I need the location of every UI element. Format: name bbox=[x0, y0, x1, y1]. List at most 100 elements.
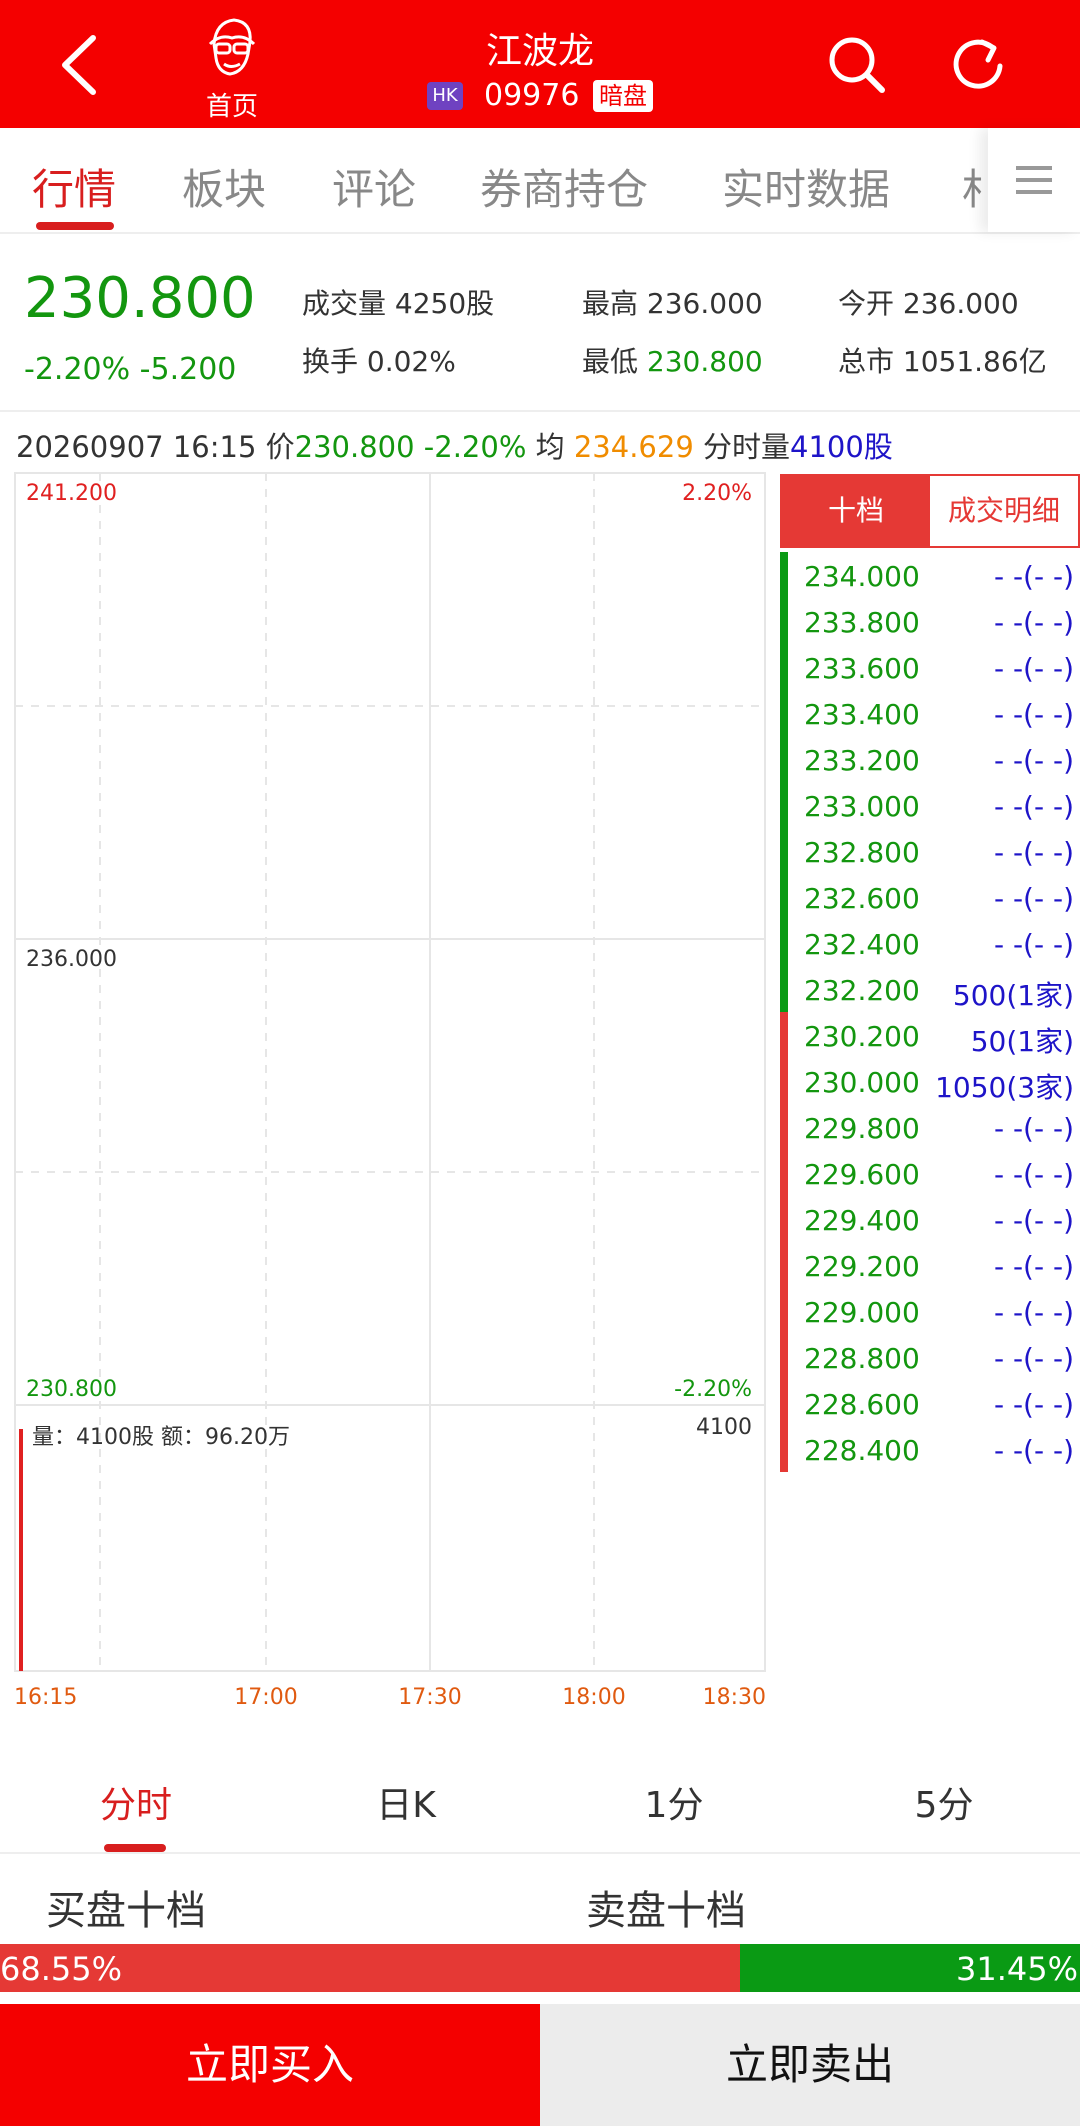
level-price: 229.600 bbox=[804, 1158, 920, 1191]
level-volume: - -(- -) bbox=[993, 1434, 1074, 1467]
ask-level-row[interactable]: 233.600 - -(- -) bbox=[780, 644, 1080, 690]
period-tab-5min[interactable]: 5分 bbox=[874, 1776, 1014, 1828]
tab-sector[interactable]: 板块 bbox=[182, 156, 266, 217]
time-label: 18:30 bbox=[703, 1685, 766, 1710]
level-side-bar bbox=[780, 736, 788, 782]
level-side-bar bbox=[780, 1426, 788, 1472]
tab-partial[interactable]: 村 bbox=[962, 156, 982, 217]
level-side-bar bbox=[780, 644, 788, 690]
level-price: 233.800 bbox=[804, 606, 920, 639]
bid-level-row[interactable]: 229.400 - -(- -) bbox=[780, 1196, 1080, 1242]
chevron-left-icon[interactable] bbox=[55, 30, 105, 100]
ask-level-row[interactable]: 232.600 - -(- -) bbox=[780, 874, 1080, 920]
intraday-chart[interactable]: 241.200 2.20% 236.000 230.800 -2.20% 量：4… bbox=[14, 472, 766, 1710]
home-label[interactable]: 首页 bbox=[200, 86, 264, 123]
last-price: 230.800 bbox=[24, 266, 256, 331]
ask-level-row[interactable]: 233.800 - -(- -) bbox=[780, 598, 1080, 644]
info-vol: 4100股 bbox=[790, 430, 893, 464]
high: 最高 236.000 bbox=[582, 282, 763, 322]
ask-level-row[interactable]: 233.200 - -(- -) bbox=[780, 736, 1080, 782]
market-cap: 总市 1051.86亿 bbox=[838, 345, 1047, 378]
bid-level-row[interactable]: 228.400 - -(- -) bbox=[780, 1426, 1080, 1472]
level-side-bar bbox=[780, 1104, 788, 1150]
level-price: 233.000 bbox=[804, 790, 920, 823]
level-volume: 50(1家) bbox=[970, 1025, 1074, 1058]
level-volume: 500(1家) bbox=[952, 979, 1074, 1012]
refresh-icon[interactable] bbox=[948, 34, 1008, 94]
bid-level-row[interactable]: 230.200 50(1家) bbox=[780, 1012, 1080, 1058]
ask-level-row[interactable]: 232.200 500(1家) bbox=[780, 966, 1080, 1012]
bid-level-row[interactable]: 229.200 - -(- -) bbox=[780, 1242, 1080, 1288]
session-badge: 暗盘 bbox=[593, 80, 653, 112]
ask-level-row[interactable]: 234.000 - -(- -) bbox=[780, 552, 1080, 598]
level-volume: - -(- -) bbox=[993, 790, 1074, 823]
period-tabs: 分时 日K 1分 5分 bbox=[0, 1750, 1080, 1854]
buy-ratio-label: 68.55% bbox=[0, 1950, 123, 1988]
bid-level-row[interactable]: 229.600 - -(- -) bbox=[780, 1150, 1080, 1196]
period-tab-1min[interactable]: 1分 bbox=[604, 1776, 744, 1828]
time-label: 18:00 bbox=[562, 1685, 625, 1710]
bid-level-row[interactable]: 230.000 1050(3家) bbox=[780, 1058, 1080, 1104]
sell-now-button[interactable]: 立即卖出 bbox=[540, 2004, 1080, 2126]
bid-level-row[interactable]: 229.000 - -(- -) bbox=[780, 1288, 1080, 1334]
level-price: 230.000 bbox=[804, 1066, 920, 1099]
tab-comments[interactable]: 评论 bbox=[332, 156, 416, 217]
level-side-bar bbox=[780, 920, 788, 966]
time-label: 16:15 bbox=[14, 1685, 77, 1710]
level-side-bar bbox=[780, 1380, 788, 1426]
book-titles: 买盘十档 卖盘十档 bbox=[0, 1856, 1080, 1944]
level-volume: - -(- -) bbox=[993, 928, 1074, 961]
info-pct: -2.20% bbox=[423, 430, 527, 464]
bid-level-row[interactable]: 229.800 - -(- -) bbox=[780, 1104, 1080, 1150]
level-side-bar bbox=[780, 874, 788, 920]
price-min-label: 230.800 bbox=[26, 1377, 117, 1402]
level-side-bar bbox=[780, 690, 788, 736]
period-tab-intraday[interactable]: 分时 bbox=[66, 1776, 206, 1828]
level-side-bar bbox=[780, 598, 788, 644]
level-price: 232.600 bbox=[804, 882, 920, 915]
level-price: 229.400 bbox=[804, 1204, 920, 1237]
menu-icon[interactable] bbox=[988, 128, 1080, 232]
tab-market[interactable]: 行情 bbox=[32, 156, 116, 217]
volume-max-label: 4100 bbox=[696, 1415, 752, 1440]
bid-level-row[interactable]: 228.600 - -(- -) bbox=[780, 1380, 1080, 1426]
level-price: 232.800 bbox=[804, 836, 920, 869]
bid-level-row[interactable]: 228.800 - -(- -) bbox=[780, 1334, 1080, 1380]
tab-trade-details[interactable]: 成交明细 bbox=[930, 476, 1078, 546]
level-volume: - -(- -) bbox=[993, 1158, 1074, 1191]
search-icon[interactable] bbox=[826, 34, 886, 94]
stock-code: 09976 bbox=[484, 78, 580, 113]
price-mid-label: 236.000 bbox=[26, 947, 117, 972]
level-price: 229.000 bbox=[804, 1296, 920, 1329]
ask-level-row[interactable]: 232.800 - -(- -) bbox=[780, 828, 1080, 874]
level-volume: - -(- -) bbox=[993, 1250, 1074, 1283]
ask-level-row[interactable]: 232.400 - -(- -) bbox=[780, 920, 1080, 966]
market-badge: HK bbox=[427, 82, 463, 110]
level-price: 230.200 bbox=[804, 1020, 920, 1053]
level-price: 233.400 bbox=[804, 698, 920, 731]
period-tab-daily-k[interactable]: 日K bbox=[336, 1776, 476, 1828]
ask-level-row[interactable]: 233.000 - -(- -) bbox=[780, 782, 1080, 828]
ask-level-row[interactable]: 233.400 - -(- -) bbox=[780, 690, 1080, 736]
info-price-label: 价 bbox=[265, 430, 295, 464]
tab-ten-levels[interactable]: 十档 bbox=[782, 476, 930, 546]
avatar[interactable] bbox=[196, 14, 266, 84]
volume: 成交量 4250股 bbox=[302, 287, 495, 320]
level-price: 233.200 bbox=[804, 744, 920, 777]
open: 今开 236.000 bbox=[838, 287, 1019, 320]
level-price: 234.000 bbox=[804, 560, 920, 593]
info-avg: 234.629 bbox=[573, 430, 694, 464]
level-side-bar bbox=[780, 1334, 788, 1380]
level-price: 229.200 bbox=[804, 1250, 920, 1283]
low: 最低 230.800 bbox=[582, 340, 763, 380]
intraday-info-line: 20260907 16:15 价230.800 -2.20% 均 234.629… bbox=[16, 424, 893, 466]
level-side-bar bbox=[780, 1012, 788, 1058]
pct-min-label: -2.20% bbox=[674, 1377, 752, 1402]
pct-max-label: 2.20% bbox=[682, 481, 752, 506]
tab-realtime-data[interactable]: 实时数据 bbox=[722, 156, 890, 217]
level-price: 228.800 bbox=[804, 1342, 920, 1375]
level-volume: - -(- -) bbox=[993, 744, 1074, 777]
level-price: 233.600 bbox=[804, 652, 920, 685]
tab-broker-holdings[interactable]: 券商持仓 bbox=[480, 156, 648, 217]
buy-now-button[interactable]: 立即买入 bbox=[0, 2004, 540, 2126]
